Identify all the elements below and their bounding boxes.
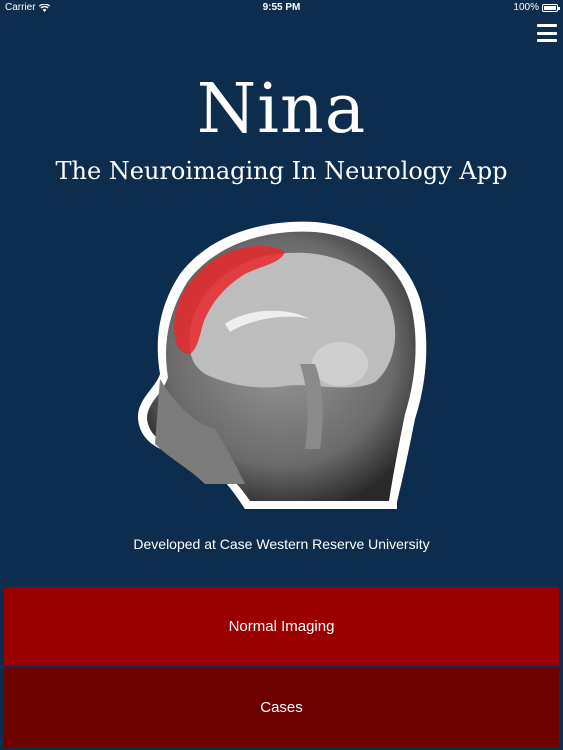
app-title: Nina [196,70,367,149]
status-time: 9:55 PM [262,2,301,13]
normal-imaging-button[interactable]: Normal Imaging [4,587,559,665]
battery-icon [542,4,560,12]
brain-mri-image [137,221,427,509]
hamburger-menu-icon[interactable] [537,24,557,42]
status-bar: Carrier 9:55 PM 100% [0,0,563,16]
cases-button[interactable]: Cases [4,668,559,747]
battery-percent: 100% [513,2,539,13]
cases-label: Cases [260,699,303,716]
cerebellum [312,342,368,386]
normal-imaging-label: Normal Imaging [228,617,335,635]
app-subtitle: The Neuroimaging In Neurology App [55,157,508,185]
developer-credit: Developed at Case Western Reserve Univer… [133,536,430,552]
menu-line [537,24,557,27]
status-right: 100% [513,0,560,16]
menu-line [537,31,557,35]
menu-line [537,39,557,42]
